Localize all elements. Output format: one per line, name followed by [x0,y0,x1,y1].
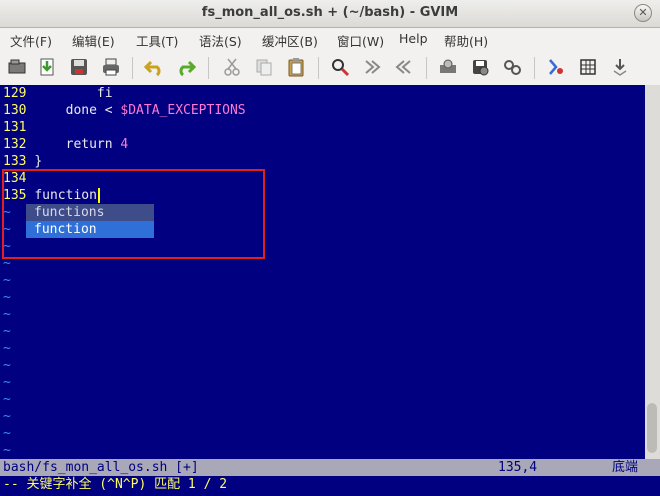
line-number: 129 [3,86,27,101]
highlight-box [2,169,265,259]
empty-line-marker: ~ [3,409,11,424]
jump-icon[interactable] [609,56,631,78]
tags-icon[interactable] [545,56,567,78]
scrollbar-thumb[interactable] [647,403,657,453]
menu-bar: 文件(F) 编辑(E) 工具(T) 语法(S) 缓冲区(B) 窗口(W) Hel… [0,28,660,50]
status-position: 135,4 [498,460,538,475]
status-line: bash/fs_mon_all_os.sh [+] 135,4 底端 [0,459,660,476]
empty-line-marker: ~ [3,341,11,356]
menu-help-en[interactable]: Help [399,31,428,46]
code-text: done < [34,103,121,118]
line-number: 132 [3,137,27,152]
status-filename: bash/fs_mon_all_os.sh [+] [3,460,199,475]
code-text: } [34,154,43,169]
copy-icon[interactable] [253,56,275,78]
code-line-133: 133 } [3,153,42,170]
code-number: 4 [120,137,129,152]
run-script-icon[interactable] [501,56,523,78]
open-icon[interactable] [6,56,28,78]
vertical-scrollbar[interactable] [645,85,660,459]
title-bar: fs_mon_all_os.sh + (~/bash) - GVIM ✕ [0,0,660,28]
empty-line-marker: ~ [3,307,11,322]
close-icon[interactable]: ✕ [634,4,652,22]
line-number: 130 [3,103,27,118]
status-scroll: 底端 [612,460,639,475]
session-icon[interactable] [437,56,459,78]
menu-window[interactable]: 窗口(W) [337,31,384,50]
undo-icon[interactable] [143,56,165,78]
editor-area[interactable]: 129 fi 130 done < $DATA_EXCEPTIONS 131 1… [0,85,645,459]
redo-icon[interactable] [175,56,197,78]
line-number: 131 [3,120,27,135]
code-line-132: 132 return 4 [3,136,128,153]
make-icon[interactable] [469,56,491,78]
code-line-129: 129 fi [3,85,113,102]
window-title: fs_mon_all_os.sh + (~/bash) - GVIM [201,5,459,20]
empty-line-marker: ~ [3,392,11,407]
forward-icon[interactable] [361,56,383,78]
empty-line-marker: ~ [3,358,11,373]
find-replace-icon[interactable] [329,56,351,78]
code-line-130: 130 done < $DATA_EXCEPTIONS [3,102,246,119]
empty-line-marker: ~ [3,324,11,339]
save-icon[interactable] [36,56,58,78]
empty-line-marker: ~ [3,443,11,458]
code-variable: $DATA_EXCEPTIONS [120,103,246,118]
empty-line-marker: ~ [3,375,11,390]
back-icon[interactable] [393,56,415,78]
empty-line-marker: ~ [3,290,11,305]
menu-syntax[interactable]: 语法(S) [199,31,242,50]
menu-help[interactable]: 帮助(H) [444,31,488,50]
empty-line-marker: ~ [3,426,11,441]
line-number: 133 [3,154,27,169]
menu-buffers[interactable]: 缓冲区(B) [262,31,318,50]
toolbar [0,50,660,86]
code-text: fi [34,86,113,101]
menu-file[interactable]: 文件(F) [10,31,52,50]
command-line: -- 关键字补全 (^N^P) 匹配 1 / 2 [0,476,660,496]
menu-tools[interactable]: 工具(T) [136,31,178,50]
menu-edit[interactable]: 编辑(E) [72,31,115,50]
completion-mode-message: -- 关键字补全 (^N^P) 匹配 1 / 2 [3,477,228,492]
code-line-131: 131 [3,119,26,136]
code-text: return [34,137,121,152]
save-all-icon[interactable] [68,56,90,78]
empty-line-marker: ~ [3,273,11,288]
paste-icon[interactable] [285,56,307,78]
print-icon[interactable] [100,56,122,78]
cut-icon[interactable] [221,56,243,78]
build-icon[interactable] [577,56,599,78]
